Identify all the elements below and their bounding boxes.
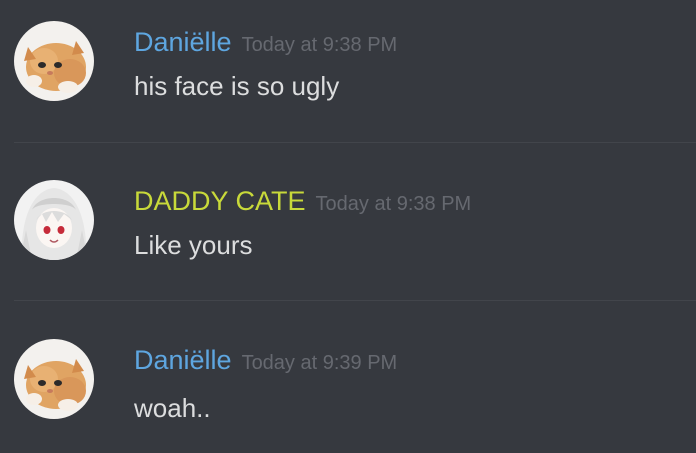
chat-message-list: Daniëlle Today at 9:38 PM his face is so … <box>0 0 696 453</box>
chat-message[interactable]: Daniëlle Today at 9:39 PM woah.. <box>0 318 696 423</box>
message-text: his face is so ugly <box>134 71 340 101</box>
kitten-avatar-image <box>14 21 94 101</box>
kitten-avatar[interactable] <box>14 339 94 419</box>
message-header: DADDY CATE Today at 9:38 PM <box>134 185 471 220</box>
username[interactable]: Daniëlle <box>134 345 232 375</box>
message-text: Like yours <box>134 230 253 260</box>
username[interactable]: Daniëlle <box>134 27 232 57</box>
message-text: woah.. <box>134 393 211 423</box>
message-header: Daniëlle Today at 9:39 PM <box>134 344 397 379</box>
message-divider <box>14 300 696 301</box>
message-header: Daniëlle Today at 9:38 PM <box>134 26 397 61</box>
anime-girl-avatar[interactable] <box>14 180 94 260</box>
username[interactable]: DADDY CATE <box>134 186 306 216</box>
timestamp[interactable]: Today at 9:38 PM <box>316 193 472 215</box>
timestamp[interactable]: Today at 9:38 PM <box>242 34 398 56</box>
kitten-avatar-image <box>14 339 94 419</box>
chat-message[interactable]: DADDY CATE Today at 9:38 PM Like yours <box>0 160 696 260</box>
kitten-avatar[interactable] <box>14 21 94 101</box>
chat-message[interactable]: Daniëlle Today at 9:38 PM his face is so … <box>0 0 696 101</box>
message-divider <box>14 142 696 143</box>
anime-girl-avatar-image <box>14 180 94 260</box>
timestamp[interactable]: Today at 9:39 PM <box>242 352 398 374</box>
